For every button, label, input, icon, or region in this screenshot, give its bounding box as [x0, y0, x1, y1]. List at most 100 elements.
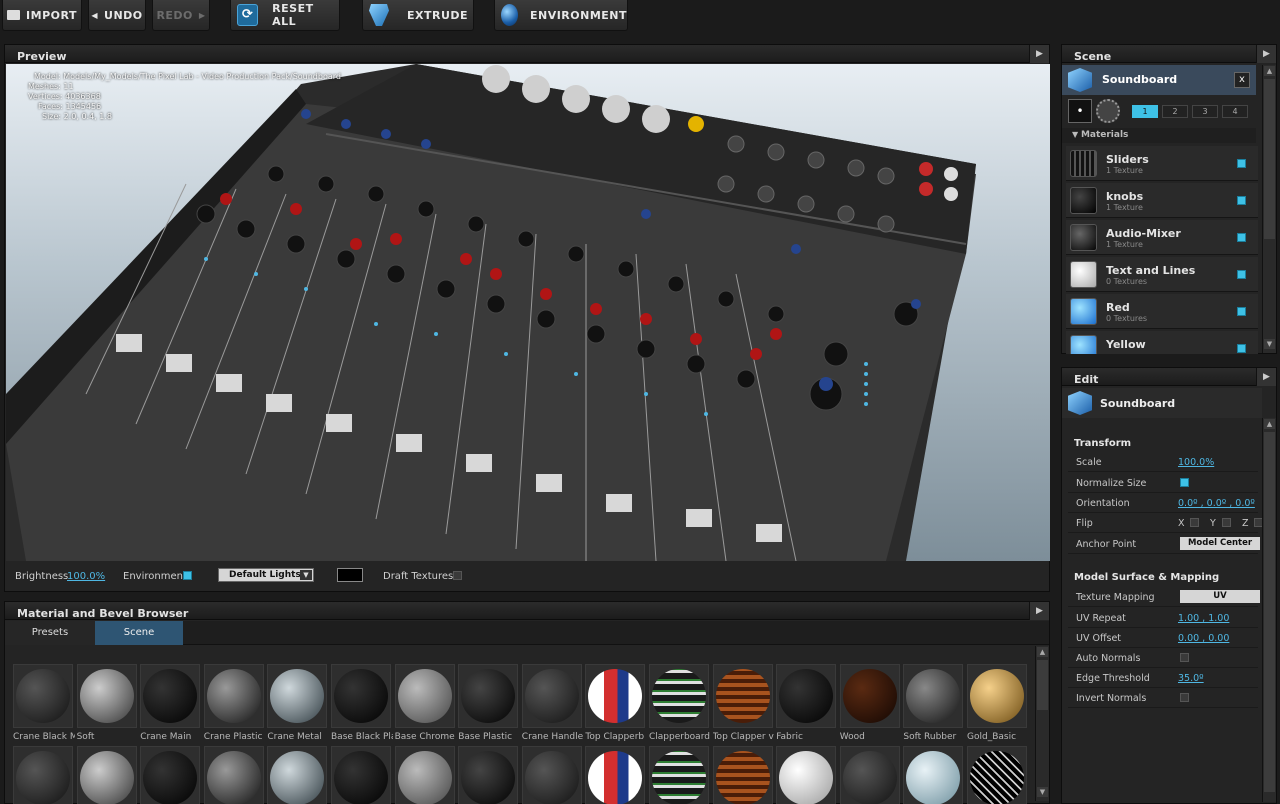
uvrepeat-value[interactable]: 1.00 , 1.00: [1178, 613, 1229, 624]
material-swatch[interactable]: [903, 664, 964, 728]
material-visible-checkbox[interactable]: [1237, 196, 1246, 205]
material-swatch[interactable]: [458, 664, 519, 728]
scroll-down-icon[interactable]: ▼: [1037, 787, 1048, 797]
browser-scrollbar[interactable]: ▲ ▼: [1035, 646, 1049, 801]
material-swatch[interactable]: [331, 746, 391, 804]
material-swatch[interactable]: [967, 746, 1027, 804]
extrude-button[interactable]: EXTRUDE: [362, 0, 474, 31]
edge-value[interactable]: 35.0º: [1178, 673, 1204, 684]
scroll-up-icon[interactable]: ▲: [1037, 647, 1048, 657]
draft-textures-checkbox[interactable]: [453, 571, 462, 580]
close-icon[interactable]: x: [1234, 72, 1250, 88]
edit-scroll-up-icon[interactable]: ▲: [1264, 419, 1275, 429]
edit-expand-icon[interactable]: ▶: [1256, 368, 1276, 386]
material-swatch[interactable]: [331, 664, 391, 728]
edit-scroll-thumb[interactable]: [1264, 432, 1275, 792]
brightness-value[interactable]: 100.0%: [67, 571, 105, 582]
undo-button[interactable]: ◀ UNDO: [88, 0, 146, 31]
autonormals-checkbox[interactable]: [1180, 653, 1189, 662]
page-3-button[interactable]: 3: [1192, 105, 1218, 118]
material-swatch[interactable]: [967, 664, 1027, 728]
normalize-checkbox[interactable]: [1180, 478, 1189, 487]
scene-scroll-up-icon[interactable]: ▲: [1264, 66, 1275, 76]
material-swatch[interactable]: [712, 664, 773, 728]
material-visible-checkbox[interactable]: [1237, 344, 1246, 353]
material-swatch[interactable]: [267, 664, 328, 728]
flip-y-checkbox[interactable]: [1222, 518, 1231, 527]
scale-value[interactable]: 100.0%: [1178, 457, 1214, 468]
orientation-value[interactable]: 0.0º , 0.0º , 0.0º: [1178, 498, 1255, 509]
material-swatch[interactable]: [458, 746, 519, 804]
import-button[interactable]: IMPORT: [2, 0, 82, 31]
page-2-button[interactable]: 2: [1162, 105, 1188, 118]
material-swatch[interactable]: [776, 746, 837, 804]
material-swatch[interactable]: [203, 746, 264, 804]
dots-view-icon[interactable]: [1096, 99, 1120, 123]
material-row[interactable]: Yellow: [1066, 331, 1258, 354]
material-swatch[interactable]: [521, 664, 582, 728]
preview-statusbar: Brightness 100.0% Environment Default Li…: [5, 563, 1049, 591]
environment-button[interactable]: ENVIRONMENT: [494, 0, 628, 31]
material-swatch[interactable]: [140, 746, 201, 804]
redo-button[interactable]: REDO ▶: [152, 0, 210, 31]
material-sphere: [79, 669, 134, 723]
material-row[interactable]: knobs 1 Texture: [1066, 183, 1258, 218]
scene-scrollbar[interactable]: ▲ ▼: [1262, 65, 1276, 353]
material-swatch[interactable]: [903, 746, 964, 804]
flip-x-checkbox[interactable]: [1190, 518, 1199, 527]
scene-expand-icon[interactable]: ▶: [1256, 45, 1276, 63]
color-swatch[interactable]: [337, 568, 363, 582]
material-swatch[interactable]: [140, 664, 201, 728]
page-1-button[interactable]: 1: [1132, 105, 1158, 118]
viewport-3d[interactable]: Model: Models/My_Models/The Pixel Lab - …: [6, 64, 1050, 561]
material-swatch-label: Base Chrome: [394, 732, 455, 742]
environment-checkbox[interactable]: [183, 571, 192, 580]
scroll-thumb[interactable]: [1037, 660, 1048, 710]
material-sphere: [779, 669, 834, 723]
texmap-select[interactable]: UV: [1180, 590, 1260, 603]
material-name: Text and Lines: [1106, 264, 1196, 277]
material-row[interactable]: Red 0 Textures: [1066, 294, 1258, 329]
material-row[interactable]: Sliders 1 Texture: [1066, 146, 1258, 181]
uvoffset-value[interactable]: 0.00 , 0.00: [1178, 633, 1229, 644]
material-row[interactable]: Text and Lines 0 Textures: [1066, 257, 1258, 292]
anchor-select[interactable]: Model Center: [1180, 537, 1260, 550]
material-swatch[interactable]: [649, 746, 709, 804]
tab-scene[interactable]: Scene: [95, 621, 183, 645]
material-swatch[interactable]: [521, 746, 582, 804]
scene-scroll-thumb[interactable]: [1264, 79, 1275, 239]
material-swatch[interactable]: [394, 664, 455, 728]
reset-all-button[interactable]: ⟳ RESET ALL: [230, 0, 340, 31]
material-visible-checkbox[interactable]: [1237, 270, 1246, 279]
material-row[interactable]: Audio-Mixer 1 Texture: [1066, 220, 1258, 255]
browser-expand-icon[interactable]: ▶: [1029, 602, 1049, 620]
page-4-button[interactable]: 4: [1222, 105, 1248, 118]
scene-object-row[interactable]: Soundboard x: [1062, 65, 1256, 95]
material-visible-checkbox[interactable]: [1237, 307, 1246, 316]
material-swatch[interactable]: [776, 664, 837, 728]
material-swatch[interactable]: [13, 746, 73, 804]
preview-title: Preview: [5, 45, 1049, 63]
material-swatch[interactable]: [712, 746, 773, 804]
material-visible-checkbox[interactable]: [1237, 159, 1246, 168]
material-swatch[interactable]: [76, 746, 137, 804]
material-swatch[interactable]: [839, 746, 900, 804]
lights-select[interactable]: Default Lights ▼: [218, 568, 314, 582]
materials-header[interactable]: ▼ Materials: [1062, 128, 1256, 143]
material-swatch[interactable]: [585, 746, 646, 804]
node-view-icon[interactable]: •: [1068, 99, 1092, 123]
material-visible-checkbox[interactable]: [1237, 233, 1246, 242]
tab-presets[interactable]: Presets: [5, 621, 95, 645]
preview-expand-icon[interactable]: ▶: [1029, 45, 1049, 63]
material-swatch[interactable]: [267, 746, 328, 804]
material-swatch[interactable]: [585, 664, 646, 728]
material-swatch[interactable]: [203, 664, 264, 728]
material-swatch[interactable]: [649, 664, 709, 728]
edit-scrollbar[interactable]: ▲: [1262, 418, 1276, 802]
material-swatch[interactable]: [839, 664, 900, 728]
material-swatch[interactable]: [76, 664, 137, 728]
material-swatch[interactable]: [13, 664, 73, 728]
scene-scroll-down-icon[interactable]: ▼: [1264, 339, 1275, 349]
material-swatch[interactable]: [394, 746, 455, 804]
invert-checkbox[interactable]: [1180, 693, 1189, 702]
